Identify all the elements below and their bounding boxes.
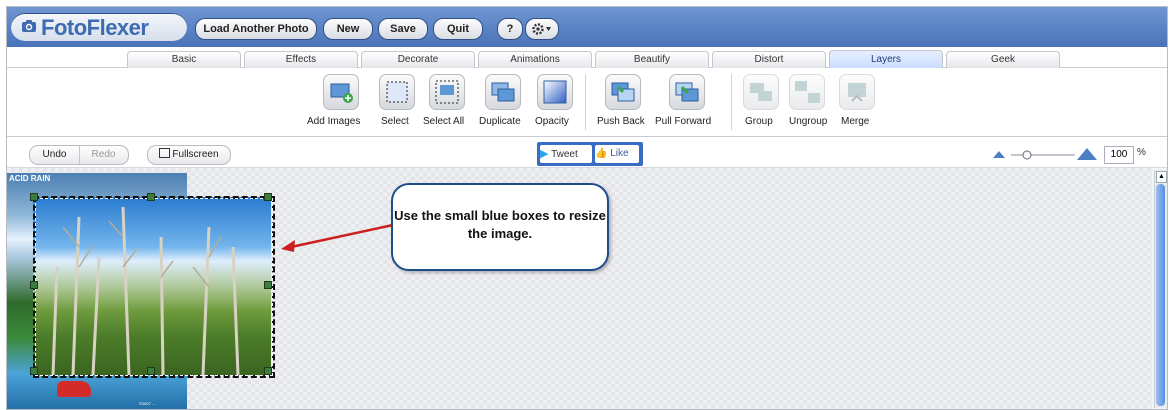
app-header: FotoFlexer Load Another Photo New Save Q… <box>7 7 1167 47</box>
group-icon <box>743 74 779 110</box>
action-bar: Undo Redo Fullscreen ▶ Tweet 👍 Like 100 <box>7 137 1167 168</box>
pull-forward-tool[interactable]: Pull Forward <box>653 68 721 136</box>
add-images-tool[interactable]: Add Images <box>307 68 373 136</box>
fotoflexer-window: FotoFlexer Load Another Photo New Save Q… <box>6 6 1168 410</box>
twitter-bird-icon: ▶ <box>540 148 549 160</box>
ungroup-icon <box>789 74 825 110</box>
vertical-scrollbar[interactable]: ▲ <box>1154 170 1167 408</box>
select-tool[interactable]: Select <box>375 68 415 136</box>
annotation-arrow <box>281 223 394 252</box>
fullscreen-icon <box>159 148 171 158</box>
help-label: ? <box>506 23 514 35</box>
like-button[interactable]: 👍 Like <box>595 145 639 163</box>
scroll-up-arrow-icon[interactable]: ▲ <box>1156 171 1167 183</box>
like-label: Like <box>610 148 629 159</box>
car-illustration <box>57 381 91 397</box>
app-logo: FotoFlexer <box>11 13 187 41</box>
push-back-label: Push Back <box>597 116 645 127</box>
social-buttons: ▶ Tweet 👍 Like <box>537 142 643 166</box>
select-icon <box>379 74 415 110</box>
gear-icon <box>532 23 551 35</box>
scrollbar-thumb[interactable] <box>1156 184 1165 406</box>
save-button[interactable]: Save <box>378 18 428 40</box>
layers-toolbar: Add Images Select Select All Duplicate O… <box>7 68 1167 137</box>
tab-basic[interactable]: Basic <box>127 51 241 68</box>
select-all-tool[interactable]: Select All <box>419 68 471 136</box>
toolbar-divider <box>585 74 586 130</box>
background-image-title: ACID RAIN <box>9 174 51 183</box>
resize-handle-top[interactable] <box>147 193 155 201</box>
callout-text: Use the small blue boxes to resize the i… <box>394 208 606 241</box>
resize-handle-right[interactable] <box>264 281 272 289</box>
merge-label: Merge <box>841 116 870 127</box>
zoom-control: 100 % <box>991 144 1161 164</box>
dead-trees-photo <box>51 206 240 375</box>
load-another-photo-button[interactable]: Load Another Photo <box>195 18 317 40</box>
help-button[interactable]: ? <box>497 18 523 40</box>
tab-beautify[interactable]: Beautify <box>595 51 709 68</box>
tab-geek[interactable]: Geek <box>946 51 1060 68</box>
ungroup-label: Ungroup <box>789 116 828 127</box>
resize-handle-top-left[interactable] <box>30 193 38 201</box>
zoom-slider-thumb <box>1022 150 1032 160</box>
push-back-icon <box>605 74 641 110</box>
add-images-icon <box>323 74 359 110</box>
opacity-tool[interactable]: Opacity <box>533 68 577 136</box>
resize-handle-left[interactable] <box>30 281 38 289</box>
quit-button[interactable]: Quit <box>433 18 483 40</box>
tab-layers[interactable]: Layers <box>829 50 943 69</box>
opacity-label: Opacity <box>535 116 569 127</box>
zoom-slider[interactable] <box>991 144 1101 164</box>
duplicate-icon <box>485 74 521 110</box>
group-tool[interactable]: Group <box>739 68 783 136</box>
select-all-icon <box>429 74 465 110</box>
tweet-button[interactable]: ▶ Tweet <box>540 145 592 163</box>
zoom-value-field[interactable]: 100 <box>1104 146 1134 164</box>
selected-image-layer[interactable] <box>33 197 271 375</box>
camera-icon <box>22 20 36 32</box>
new-button[interactable]: New <box>323 18 373 40</box>
fullscreen-button[interactable]: Fullscreen <box>147 145 231 165</box>
app-title: FotoFlexer <box>41 15 149 40</box>
redo-button[interactable]: Redo <box>79 146 128 164</box>
push-back-tool[interactable]: Push Back <box>593 68 651 136</box>
tweet-label: Tweet <box>551 149 578 160</box>
duplicate-tool[interactable]: Duplicate <box>475 68 531 136</box>
merge-tool[interactable]: Merge <box>835 68 879 136</box>
instruction-callout: Use the small blue boxes to resize the i… <box>391 183 609 271</box>
resize-handle-bottom-left[interactable] <box>30 367 38 375</box>
tab-animations[interactable]: Animations <box>478 51 592 68</box>
resize-handle-bottom[interactable] <box>147 367 155 375</box>
duplicate-label: Duplicate <box>479 116 521 127</box>
resize-handle-top-right[interactable] <box>264 193 272 201</box>
tab-decorate[interactable]: Decorate <box>361 51 475 68</box>
tab-distort[interactable]: Distort <box>712 51 826 68</box>
background-image-copyright: ©2007 ... <box>139 401 156 406</box>
add-images-label: Add Images <box>307 116 361 127</box>
tab-effects[interactable]: Effects <box>244 51 358 68</box>
zoom-in-mountain-icon[interactable] <box>1077 148 1097 160</box>
category-tabs: Basic Effects Decorate Animations Beauti… <box>7 47 1167 69</box>
undo-redo-group: Undo Redo <box>29 145 129 165</box>
select-label: Select <box>381 116 409 127</box>
toolbar-divider <box>731 74 732 130</box>
select-all-label: Select All <box>423 116 465 127</box>
thumbs-up-icon: 👍 <box>595 148 608 159</box>
pull-forward-icon <box>669 74 705 110</box>
ungroup-tool[interactable]: Ungroup <box>787 68 833 136</box>
group-label: Group <box>745 116 773 127</box>
merge-icon <box>839 74 875 110</box>
zoom-unit-label: % <box>1137 147 1146 158</box>
undo-button[interactable]: Undo <box>30 146 80 164</box>
settings-button[interactable] <box>525 18 559 40</box>
zoom-out-mountain-icon[interactable] <box>993 151 1005 158</box>
fullscreen-label: Fullscreen <box>172 149 219 160</box>
resize-handle-bottom-right[interactable] <box>264 367 272 375</box>
pull-forward-label: Pull Forward <box>655 116 712 127</box>
opacity-icon <box>537 74 573 110</box>
